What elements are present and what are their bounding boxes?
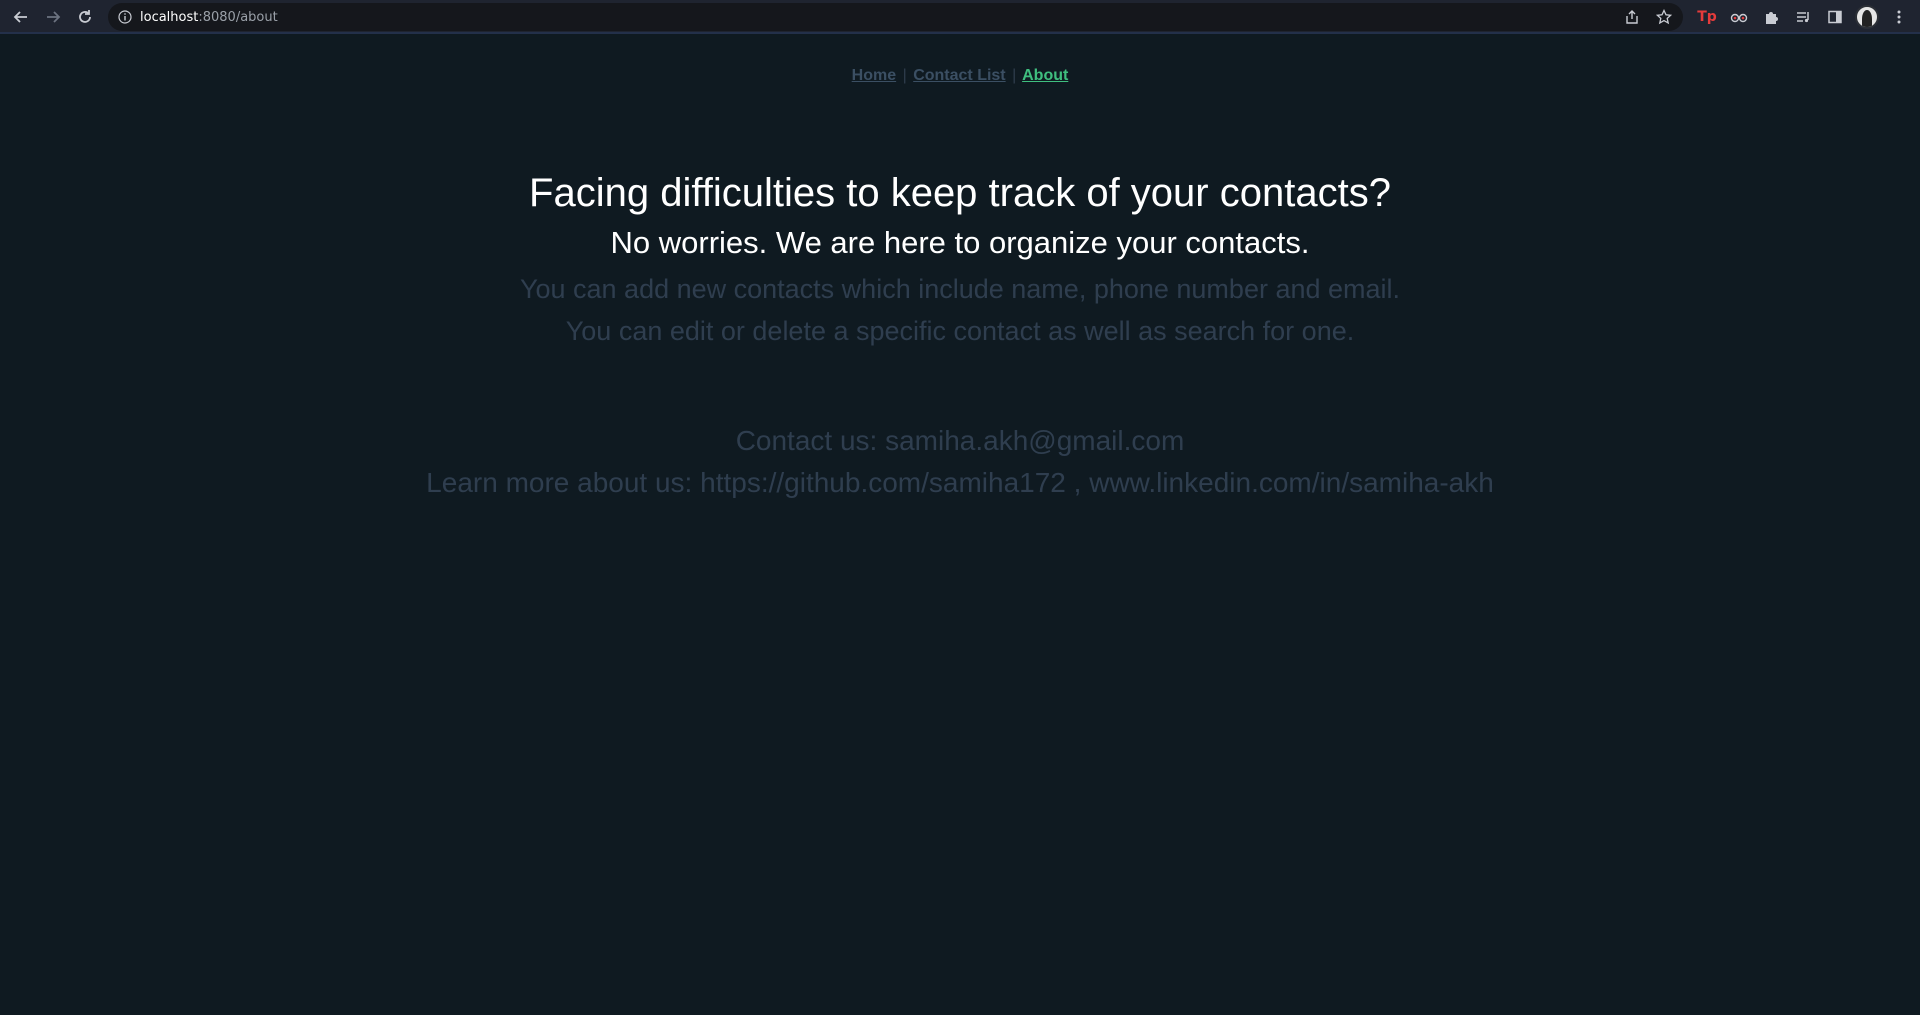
page-subtitle: No worries. We are here to organize your…	[610, 225, 1310, 260]
reload-icon	[79, 10, 91, 23]
nav-link-home[interactable]: Home	[852, 67, 896, 84]
site-nav: Home | Contact List | About	[0, 67, 1920, 85]
description-line-2: You can edit or delete a specific contac…	[565, 316, 1355, 346]
learn-more-links: Learn more about us: https://github.com/…	[426, 467, 1494, 498]
eyes-extension-icon[interactable]	[1727, 4, 1751, 30]
info-icon[interactable]	[118, 10, 132, 24]
url-host: localhost	[140, 9, 199, 25]
description-line-1: You can add new contacts which include n…	[519, 274, 1401, 304]
back-button[interactable]	[8, 4, 34, 30]
nav-separator: |	[1012, 67, 1017, 84]
reload-button[interactable]	[72, 4, 98, 30]
tp-extension-icon[interactable]: Tp	[1695, 4, 1719, 30]
bookmark-star-icon[interactable]	[1655, 8, 1673, 26]
nav-link-contact-list[interactable]: Contact List	[913, 67, 1005, 84]
about-hero: Facing difficulties to keep track of you…	[0, 168, 1920, 352]
address-bar[interactable]: localhost:8080/about	[108, 3, 1683, 31]
nav-link-about[interactable]: About	[1022, 67, 1068, 84]
arrow-left-icon	[13, 11, 27, 23]
browser-toolbar: localhost:8080/about Tp	[0, 0, 1920, 34]
url-path: :8080/about	[198, 9, 278, 25]
share-icon[interactable]	[1623, 8, 1641, 26]
forward-button[interactable]	[40, 4, 66, 30]
nav-separator: |	[902, 67, 907, 84]
contact-info: Contact us: samiha.akh@gmail.com Learn m…	[0, 420, 1920, 504]
contact-email: Contact us: samiha.akh@gmail.com	[735, 425, 1185, 456]
avatar	[1855, 5, 1879, 29]
extensions-area: Tp	[1695, 4, 1911, 30]
reading-list-icon[interactable]	[1791, 4, 1815, 30]
page-title: Facing difficulties to keep track of you…	[529, 171, 1391, 215]
puzzle-icon[interactable]	[1759, 4, 1783, 30]
profile-button[interactable]	[1855, 4, 1879, 30]
side-panel-icon[interactable]	[1823, 4, 1847, 30]
arrow-right-icon	[47, 11, 61, 23]
kebab-menu-icon[interactable]	[1887, 4, 1911, 30]
